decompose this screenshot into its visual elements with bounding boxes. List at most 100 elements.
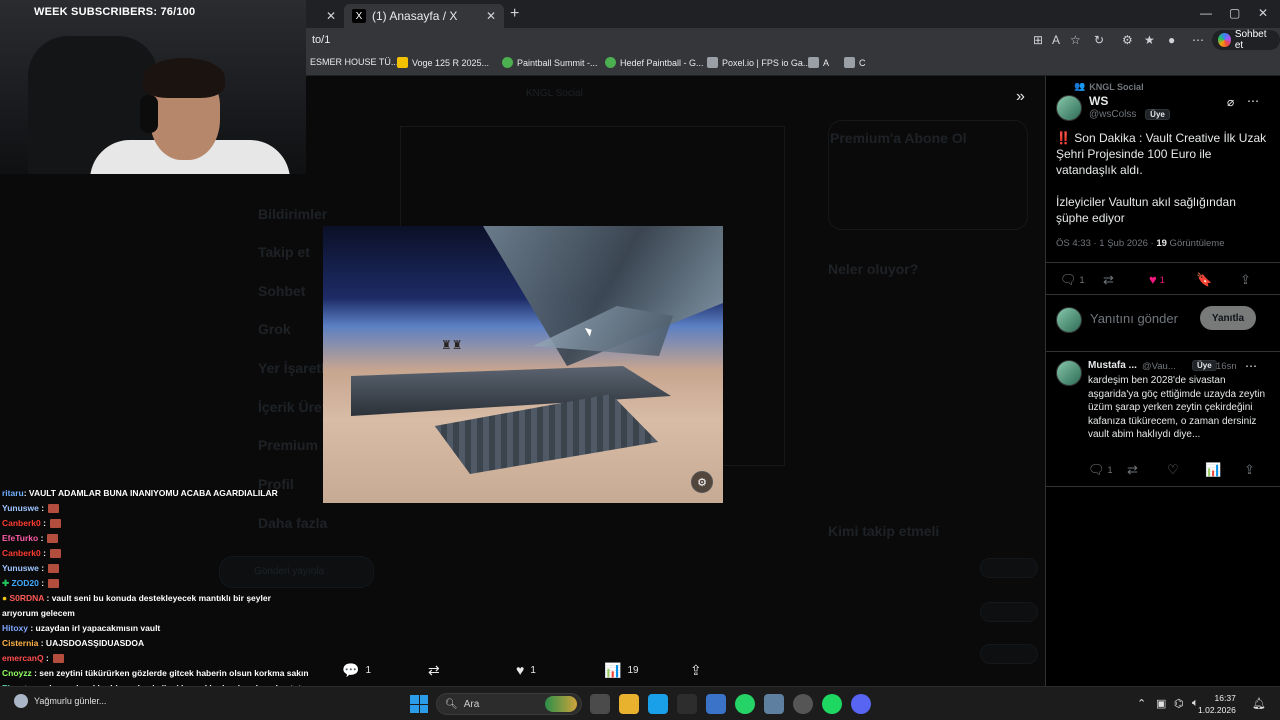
reply-like-button[interactable]: ♡ (1167, 462, 1179, 478)
close-window-button[interactable]: ✕ (1258, 6, 1268, 20)
author-handle[interactable]: @wsColss (1089, 109, 1136, 120)
reply-repost-button[interactable]: ⇄ (1127, 462, 1138, 478)
reply-reply-button[interactable]: 🗨 1 (1088, 462, 1113, 478)
nav-item[interactable]: Grok (258, 321, 291, 337)
reply-author-handle[interactable]: @Vau... (1142, 361, 1176, 372)
chat-username[interactable]: emercanQ (2, 653, 44, 663)
chat-username[interactable]: Yunuswe (2, 503, 39, 513)
edge-browser-icon[interactable] (648, 694, 668, 714)
reply-button[interactable]: 🗨 1 (1060, 272, 1085, 288)
reply-time[interactable]: 16sn (1216, 361, 1237, 372)
nav-item[interactable]: Premium (258, 437, 318, 453)
nav-item[interactable]: Takip et (258, 244, 310, 260)
media-image[interactable]: ♜♜ ⚙ (323, 226, 723, 503)
bookmark-item[interactable]: ESMER HOUSE TÜ... (310, 57, 398, 67)
windows-start-icon[interactable] (410, 695, 428, 713)
store-icon[interactable] (677, 694, 697, 714)
steam-icon[interactable] (764, 694, 784, 714)
viewer-share-button[interactable]: ⇪ (690, 662, 702, 679)
chat-username[interactable]: ritaru (2, 488, 24, 498)
network-icon[interactable]: ⌬ (1174, 697, 1184, 710)
chat-username[interactable]: S0RDNA (10, 593, 45, 603)
bookmark-item[interactable]: Voge 125 R 2025... (397, 57, 489, 68)
author-name[interactable]: WS (1089, 94, 1108, 108)
reply-submit-button[interactable]: Yanıtla (1200, 306, 1256, 330)
minimize-button[interactable]: — (1200, 6, 1212, 20)
profile-avatar-icon[interactable]: ● (1168, 33, 1175, 47)
share-button[interactable]: ⇪ (1240, 272, 1251, 288)
author-avatar[interactable] (1056, 95, 1082, 121)
more-options-icon[interactable]: ⋯ (1247, 94, 1259, 108)
follow-button[interactable] (980, 644, 1038, 664)
like-button[interactable]: ♥ 1 (1149, 272, 1165, 287)
taskbar-search[interactable]: 🔍︎ Ara (436, 693, 582, 715)
chat-username[interactable]: Hitoxy (2, 623, 28, 633)
viewer-like-button[interactable]: ♥ 1 (516, 662, 536, 678)
expand-panel-icon[interactable]: » (1016, 88, 1025, 106)
image-options-icon[interactable]: ⚙ (691, 471, 713, 493)
mail-icon[interactable] (706, 694, 726, 714)
community-label[interactable]: 👥 KNGL Social (1074, 81, 1144, 92)
viewer-reply-button[interactable]: 💬 1 (342, 662, 371, 679)
browser-tab[interactable]: ✕ (306, 4, 344, 28)
bookmark-item[interactable]: Paintball Summit -... (502, 57, 598, 68)
new-tab-button[interactable]: + (510, 5, 519, 23)
bookmark-button[interactable]: 🔖 (1196, 272, 1212, 288)
my-avatar[interactable] (1056, 307, 1082, 333)
reply-input[interactable]: Yanıtını gönder (1090, 311, 1178, 326)
like-icon: ♥ (1149, 272, 1157, 287)
weather-widget[interactable]: Yağmurlu günler... (14, 694, 106, 708)
reply-author-name[interactable]: Mustafa ... (1088, 360, 1137, 371)
read-aloud-icon[interactable]: A (1052, 33, 1060, 47)
tray-chevron-icon[interactable]: ⌃ (1137, 697, 1146, 710)
grok-icon[interactable]: ⌀ (1227, 95, 1234, 109)
app-icon[interactable]: ⊞ (1033, 33, 1043, 47)
reply-author-avatar[interactable] (1056, 360, 1082, 386)
tab-kngl-social[interactable]: KNGL Social (526, 88, 583, 99)
maximize-button[interactable]: ▢ (1229, 6, 1240, 20)
bookmark-item[interactable]: Poxel.io | FPS io Ga... (707, 57, 810, 68)
refresh-icon[interactable]: ↻ (1094, 33, 1104, 47)
whatsapp-icon[interactable] (735, 694, 755, 714)
more-options-icon[interactable]: ⋯ (1245, 359, 1257, 373)
tweet-timestamp[interactable]: ÖS 4:33 · 1 Şub 2026 · (1056, 238, 1156, 249)
extensions-icon[interactable]: ⚙ (1122, 33, 1133, 47)
bookmark-item[interactable]: Hedef Paintball - G... (605, 57, 704, 68)
task-view-icon[interactable] (590, 694, 610, 714)
tray-app-icon[interactable]: ▣ (1156, 697, 1166, 710)
repost-icon: ⇄ (1127, 462, 1138, 477)
repost-button[interactable]: ⇄ (1103, 272, 1114, 288)
nav-item[interactable]: Bildirimler (258, 206, 327, 222)
viewer-views-button[interactable]: 📊 19 (604, 662, 639, 679)
nav-item[interactable]: Sohbet (258, 283, 305, 299)
follow-button[interactable] (980, 602, 1038, 622)
spotify-icon[interactable] (822, 694, 842, 714)
favorite-star-icon[interactable]: ☆ (1070, 33, 1081, 47)
follow-button[interactable] (980, 558, 1038, 578)
chat-username[interactable]: EfeTurko (2, 533, 38, 543)
chat-username[interactable]: Cisternia (2, 638, 38, 648)
notification-bell-icon[interactable]: 🔔︎ (1252, 697, 1266, 710)
file-explorer-icon[interactable] (619, 694, 639, 714)
discord-icon[interactable] (851, 694, 871, 714)
bookmark-item[interactable]: C (844, 57, 866, 68)
chat-username[interactable]: Yunuswe (2, 563, 39, 573)
favorites-icon[interactable]: ★ (1144, 33, 1155, 47)
viewer-repost-button[interactable]: ⇄ (428, 662, 440, 679)
bookmark-item[interactable]: A (808, 57, 829, 68)
browser-tab-active[interactable]: X (1) Anasayfa / X ✕ (344, 4, 504, 28)
chat-button[interactable]: Sohbet et (1212, 29, 1280, 51)
taskbar-clock[interactable]: 16:37 1.02.2026 (1198, 692, 1236, 716)
close-tab-icon[interactable]: ✕ (326, 9, 336, 23)
close-tab-icon[interactable]: ✕ (486, 9, 496, 23)
more-menu-icon[interactable]: ⋯ (1192, 33, 1204, 47)
settings-icon[interactable] (793, 694, 813, 714)
chat-username[interactable]: Canberk0 (2, 518, 41, 528)
reply-share-button[interactable]: ⇪ (1244, 462, 1255, 478)
reply-views-button[interactable]: 📊 (1205, 462, 1221, 478)
url-field[interactable]: to/1 (312, 34, 330, 46)
chat-username[interactable]: ZOD20 (11, 578, 38, 588)
bookmark-label: Paintball Summit -... (517, 57, 598, 68)
chat-username[interactable]: Canberk0 (2, 548, 41, 558)
chat-username[interactable]: Cnoyzz (2, 668, 32, 678)
